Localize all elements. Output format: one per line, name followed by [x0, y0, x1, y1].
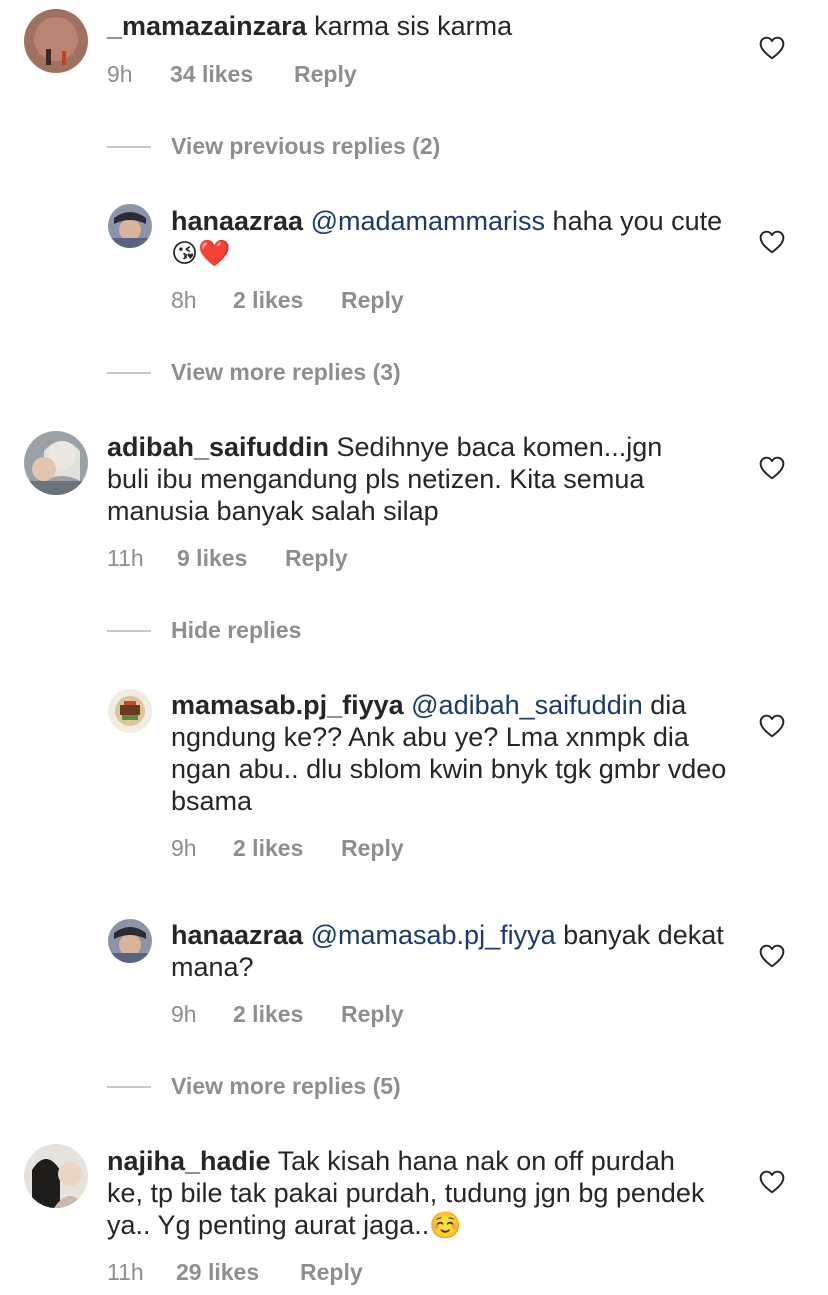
- avatar[interactable]: [108, 689, 152, 733]
- reply-button[interactable]: Reply: [341, 287, 404, 314]
- hide-replies-link[interactable]: Hide replies: [171, 617, 301, 644]
- comment-text: mamasab.pj_fiyya @adibah_saifuddin dia n…: [171, 689, 731, 817]
- comment-meta: 11h 9 likes Reply: [107, 545, 348, 572]
- comment-body: karma sis karma: [306, 11, 513, 41]
- mention-link[interactable]: @adibah_saifuddin: [411, 690, 643, 720]
- comment-item: _mamazainzara karma sis karma 9h 34 likes…: [0, 0, 828, 100]
- comment-username[interactable]: adibah_saifuddin: [107, 432, 329, 462]
- comment-username[interactable]: _mamazainzara: [107, 11, 307, 41]
- comment-text: adibah_saifuddin Sedihnye baca komen...j…: [107, 431, 707, 527]
- comment-username[interactable]: mamasab.pj_fiyya: [171, 690, 404, 720]
- comment-emoji: ☺️: [429, 1211, 462, 1241]
- comment-text: hanaazraa @mamasab.pj_fiyya banyak dekat…: [171, 919, 731, 983]
- comment-text: hanaazraa @madamammariss haha you cute 😘…: [171, 205, 731, 270]
- comment-text: najiha_hadie Tak kisah hana nak on off p…: [107, 1145, 707, 1242]
- comment-time: 11h: [107, 1259, 144, 1285]
- divider-line: [107, 372, 151, 374]
- divider-line: [107, 146, 151, 148]
- mention-link[interactable]: @madamammariss: [311, 206, 545, 236]
- comment-meta: 9h 2 likes Reply: [171, 835, 404, 862]
- comment-username[interactable]: hanaazraa: [171, 920, 303, 950]
- comment-likes[interactable]: 2 likes: [233, 287, 341, 314]
- comment-emoji: 😘❤️: [171, 239, 231, 269]
- comment-item: najiha_hadie Tak kisah hana nak on off p…: [0, 1135, 828, 1295]
- avatar[interactable]: [108, 919, 152, 963]
- reply-button[interactable]: Reply: [300, 1259, 363, 1286]
- heart-outline-icon[interactable]: [759, 230, 785, 254]
- divider-line: [107, 630, 151, 632]
- heart-outline-icon[interactable]: [759, 944, 785, 968]
- view-previous-replies-link[interactable]: View previous replies (2): [171, 133, 440, 160]
- comment-meta: 9h 34 likes Reply: [107, 61, 357, 88]
- reply-item: hanaazraa @mamasab.pj_fiyya banyak dekat…: [0, 905, 828, 1035]
- reply-item: mamasab.pj_fiyya @adibah_saifuddin dia n…: [0, 680, 828, 870]
- comment-likes[interactable]: 2 likes: [233, 1001, 341, 1028]
- comment-text: _mamazainzara karma sis karma: [107, 10, 727, 42]
- heart-outline-icon[interactable]: [759, 36, 785, 60]
- reply-button[interactable]: Reply: [285, 545, 348, 572]
- avatar[interactable]: [24, 431, 88, 495]
- reply-item: hanaazraa @madamammariss haha you cute 😘…: [0, 190, 828, 320]
- avatar[interactable]: [108, 204, 152, 248]
- comment-likes[interactable]: 29 likes: [176, 1259, 300, 1286]
- view-more-replies-link[interactable]: View more replies (5): [171, 1073, 401, 1100]
- comment-item: adibah_saifuddin Sedihnye baca komen...j…: [0, 420, 828, 580]
- comment-meta: 11h 29 likes Reply: [107, 1259, 363, 1286]
- divider-line: [107, 1086, 151, 1088]
- mention-link[interactable]: @mamasab.pj_fiyya: [311, 920, 556, 950]
- heart-outline-icon[interactable]: [759, 456, 785, 480]
- comment-likes[interactable]: 34 likes: [170, 61, 294, 88]
- comment-time: 9h: [171, 835, 197, 861]
- reply-button[interactable]: Reply: [341, 835, 404, 862]
- reply-button[interactable]: Reply: [341, 1001, 404, 1028]
- comment-time: 11h: [107, 545, 144, 571]
- comment-time: 9h: [171, 1001, 197, 1027]
- comment-time: 9h: [107, 61, 133, 87]
- comment-likes[interactable]: 9 likes: [177, 545, 285, 572]
- avatar[interactable]: [24, 9, 88, 73]
- heart-outline-icon[interactable]: [759, 714, 785, 738]
- comment-username[interactable]: hanaazraa: [171, 206, 303, 236]
- comment-username[interactable]: najiha_hadie: [107, 1146, 271, 1176]
- comment-body: haha you cute: [545, 206, 723, 236]
- comment-meta: 9h 2 likes Reply: [171, 1001, 404, 1028]
- avatar[interactable]: [24, 1144, 88, 1208]
- comment-likes[interactable]: 2 likes: [233, 835, 341, 862]
- comment-meta: 8h 2 likes Reply: [171, 287, 404, 314]
- reply-button[interactable]: Reply: [294, 61, 357, 88]
- heart-outline-icon[interactable]: [759, 1170, 785, 1194]
- comment-time: 8h: [171, 287, 197, 313]
- view-more-replies-link[interactable]: View more replies (3): [171, 359, 401, 386]
